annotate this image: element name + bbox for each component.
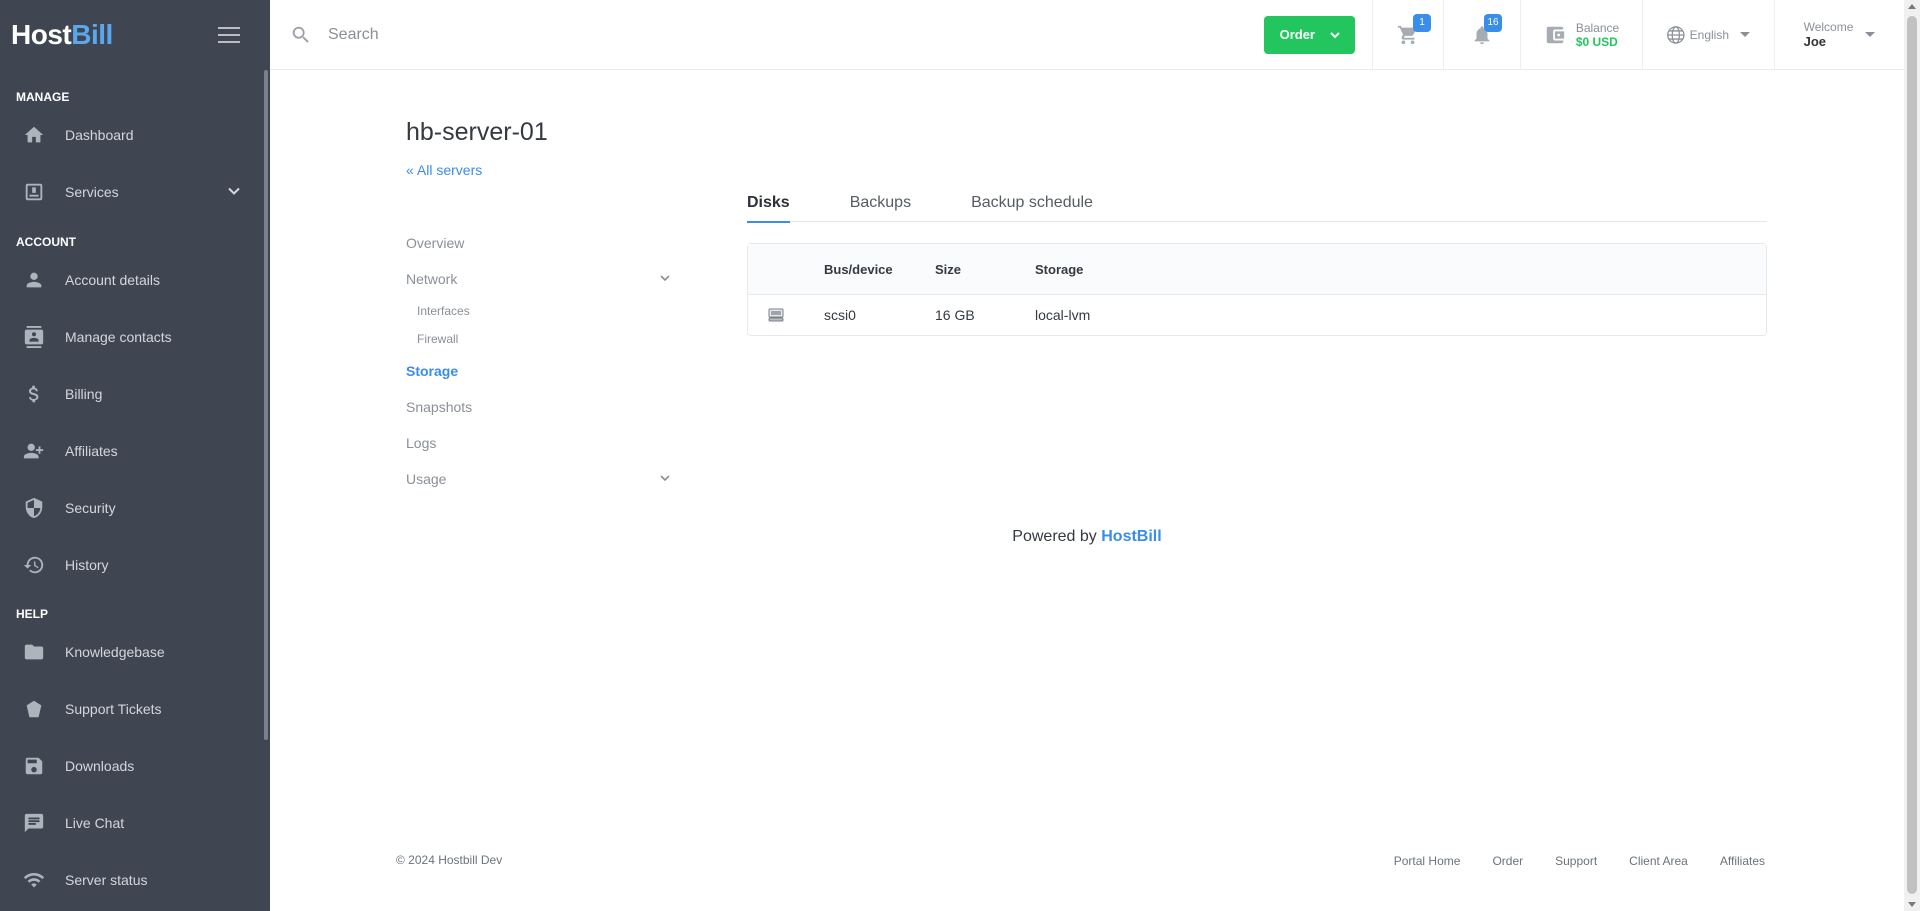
tab-backups[interactable]: Backups [850,190,911,222]
services-icon [23,181,45,203]
tab-disks[interactable]: Disks [747,190,790,223]
user-menu[interactable]: Welcome Joe [1774,0,1904,70]
save-icon [23,755,45,777]
footer-link-client-area[interactable]: Client Area [1629,854,1688,868]
balance-value: $0 USD [1575,34,1618,49]
welcome-label: Welcome [1803,20,1854,34]
notifications-button[interactable]: 16 [1443,0,1520,70]
globe-icon [1667,25,1685,44]
page-scrollbar[interactable] [1904,0,1920,911]
sidebar-item-manage-contacts[interactable]: Manage contacts [0,308,270,365]
sidebar-item-knowledgebase[interactable]: Knowledgebase [0,623,270,680]
subnav-snapshots[interactable]: Snapshots [406,389,671,425]
page-title: hb-server-01 [406,118,548,146]
balance-label: Balance [1575,20,1620,35]
history-icon [23,554,45,576]
sidebar-item-affiliates[interactable]: Affiliates [0,422,270,479]
copyright: © 2024 Hostbill Dev [396,853,503,867]
hostbill-link[interactable]: HostBill [1101,528,1161,545]
footer-link-order[interactable]: Order [1492,854,1523,868]
wifi-icon [23,869,45,891]
balance-widget[interactable]: Balance $0 USD [1520,0,1642,70]
hostbill-logo[interactable]: HostBill [11,19,113,51]
footer-link-support[interactable]: Support [1555,854,1597,868]
footer-link-affiliates[interactable]: Affiliates [1720,854,1765,868]
tab-backup-schedule[interactable]: Backup schedule [971,190,1093,222]
sidebar-item-support-tickets[interactable]: Support Tickets [0,680,270,737]
chevron-down-icon [659,271,671,287]
powered-by: Powered by HostBill [1012,528,1162,545]
chevron-down-icon [659,471,671,487]
subnav-network[interactable]: Network [406,261,671,297]
sidebar: HostBill MANAGE Dashboard Services ACCOU… [0,0,270,911]
chat-icon [23,812,45,834]
server-subnav: Overview Network Interfaces Firewall Sto… [406,225,671,497]
subnav-logs[interactable]: Logs [406,425,671,461]
sidebar-section-manage: MANAGE [16,90,70,104]
scroll-up-arrow-icon[interactable] [1908,4,1916,9]
sidebar-item-downloads[interactable]: Downloads [0,737,270,794]
topbar-actions: Order 1 16 Balance $0 USD English Welcom… [1263,0,1904,70]
sidebar-item-services[interactable]: Services [0,163,270,220]
user-text: Welcome Joe [1804,20,1854,49]
sidebar-item-live-chat[interactable]: Live Chat [0,794,270,851]
cell-size: 16 GB [935,307,975,323]
caret-down-icon [1740,32,1750,37]
column-size: Size [935,261,962,277]
subnav-interfaces[interactable]: Interfaces [406,297,671,325]
hard-disk-icon [748,308,824,322]
column-bus-device: Bus/device [824,261,893,277]
sidebar-brand: HostBill [0,0,270,70]
cart-button[interactable]: 1 [1372,0,1443,70]
person-icon [23,269,45,291]
menu-toggle-icon[interactable] [218,27,240,43]
subnav-firewall[interactable]: Firewall [406,325,671,353]
caret-down-icon [1865,32,1876,37]
table-row[interactable]: scsi0 16 GB local-lvm [748,295,1766,335]
sidebar-item-billing[interactable]: Billing [0,365,270,422]
contacts-icon [23,325,45,348]
search-icon[interactable] [290,24,312,46]
disks-table: Bus/device Size Storage scsi0 16 GB loca… [747,243,1767,336]
sidebar-item-dashboard[interactable]: Dashboard [0,106,270,163]
home-icon [23,124,45,146]
language-label: English [1689,27,1729,42]
subnav-overview[interactable]: Overview [406,225,671,261]
shield-icon [23,497,45,519]
scroll-down-arrow-icon[interactable] [1908,902,1916,907]
wallet-icon [1546,26,1564,43]
user-name: Joe [1803,34,1827,49]
sidebar-section-help: HELP [16,607,49,621]
notifications-count-badge: 16 [1484,13,1502,32]
table-header: Bus/device Size Storage [748,244,1766,295]
search-input[interactable] [328,25,928,44]
chevron-down-icon [1330,31,1340,38]
chevron-down-icon [226,182,242,201]
dollar-icon [23,383,45,405]
affiliates-icon [23,440,45,462]
sidebar-section-account: ACCOUNT [16,235,76,249]
column-storage: Storage [1035,261,1084,277]
sidebar-item-account-details[interactable]: Account details [0,251,270,308]
cell-storage: local-lvm [1035,307,1091,323]
subnav-usage[interactable]: Usage [406,461,671,497]
storage-tabs: Disks Backups Backup schedule [747,190,1767,223]
sidebar-item-server-status[interactable]: Server status [0,851,270,908]
cell-bus-device: scsi0 [824,307,856,323]
footer-link-portal-home[interactable]: Portal Home [1394,854,1461,868]
scroll-thumb[interactable] [1907,16,1917,894]
ticket-icon [23,698,45,720]
subnav-storage[interactable]: Storage [406,353,671,389]
folder-icon [23,641,45,663]
cart-count-badge: 1 [1413,13,1431,32]
topbar: Order 1 16 Balance $0 USD English Welcom… [270,0,1904,70]
order-button[interactable]: Order [1263,15,1355,54]
footer-links: Portal Home Order Support Client Area Af… [1394,854,1765,868]
language-selector[interactable]: English [1642,0,1774,70]
balance-text: Balance $0 USD [1576,21,1619,49]
all-servers-link[interactable]: « All servers [406,162,482,178]
